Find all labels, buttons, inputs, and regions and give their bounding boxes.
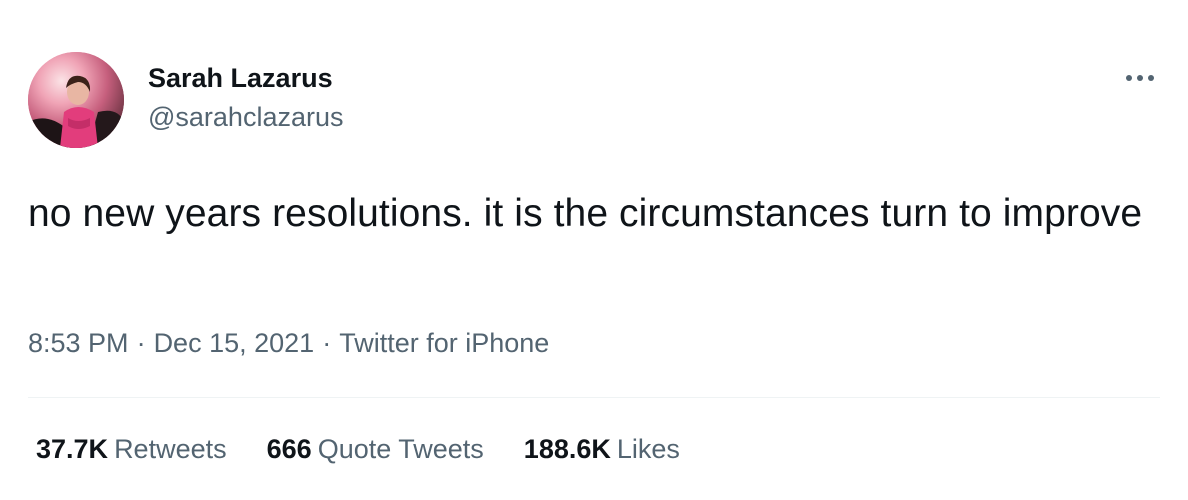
quote-tweets-label: Quote Tweets [317, 434, 484, 464]
tweet-time[interactable]: 8:53 PM [28, 328, 129, 358]
profile-photo-icon [28, 52, 124, 148]
tweet-source[interactable]: Twitter for iPhone [339, 328, 549, 358]
avatar[interactable] [28, 52, 124, 148]
tweet-date[interactable]: Dec 15, 2021 [154, 328, 315, 358]
likes-count: 188.6K [523, 434, 611, 464]
divider [28, 397, 1160, 398]
more-options-button[interactable] [1118, 60, 1162, 96]
author-handle[interactable]: @sarahclazarus [148, 101, 344, 133]
meta-separator: · [322, 328, 332, 358]
tweet-stats: 37.7K Retweets 666 Quote Tweets 188.6K Like… [36, 432, 720, 466]
likes-label: Likes [616, 434, 680, 464]
retweets-stat[interactable]: 37.7K Retweets [36, 432, 227, 466]
meta-separator: · [136, 328, 146, 358]
author-display-name[interactable]: Sarah Lazarus [148, 62, 333, 94]
retweets-count: 37.7K [36, 434, 109, 464]
quote-tweets-count: 666 [266, 434, 312, 464]
tweet-card: Sarah Lazarus @sarahclazarus no new year… [0, 0, 1188, 500]
tweet-meta: 8:53 PM · Dec 15, 2021 · Twitter for iPhone [28, 326, 549, 360]
retweets-label: Retweets [114, 434, 227, 464]
likes-stat[interactable]: 188.6K Likes [524, 432, 680, 466]
more-horizontal-icon [1126, 75, 1154, 81]
quote-tweets-stat[interactable]: 666 Quote Tweets [267, 432, 484, 466]
tweet-text: no new years resolutions. it is the circ… [28, 192, 1143, 235]
